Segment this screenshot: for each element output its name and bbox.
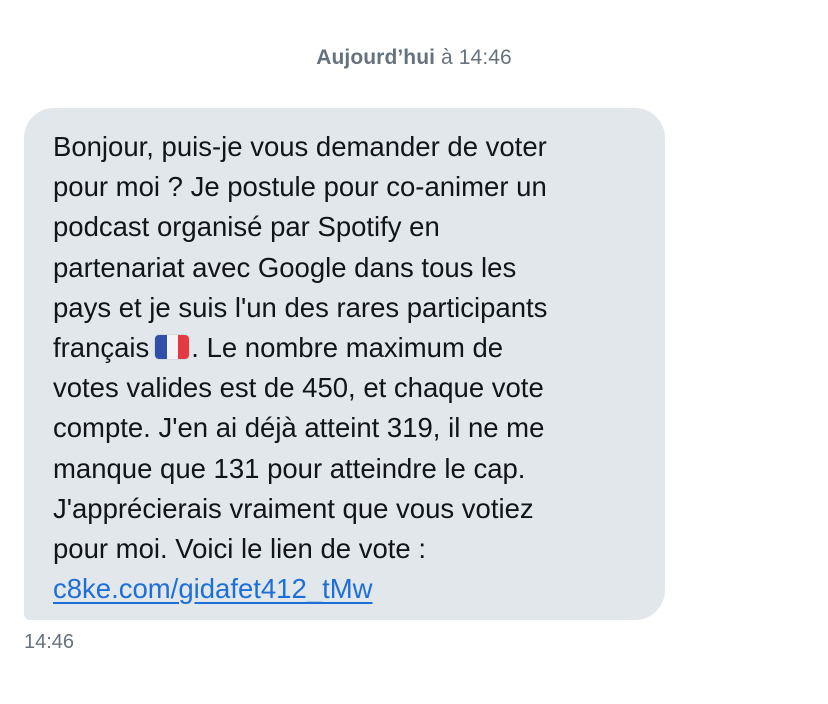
message-line: pour moi. Voici le lien de vote : [53, 533, 426, 565]
message-line: J'apprécierais vraiment que vous votiez [53, 492, 534, 524]
message-line: votes valides est de 450, et chaque vote [53, 372, 544, 404]
message-text: Bonjour, puis-je vous demander de voter p… [53, 127, 645, 609]
message-line: pour moi ? Je postule pour co-animer un [53, 171, 547, 203]
france-flag-icon [155, 335, 190, 360]
message-line: manque que 131 pour atteindre le cap. [53, 452, 526, 484]
message-line: pays et je suis l'un des rares participa… [53, 291, 548, 323]
date-separator-day: Aujourd’hui [316, 46, 436, 69]
message-bubble[interactable]: Bonjour, puis-je vous demander de voter p… [24, 108, 665, 620]
message-line: . Le nombre maximum de [191, 332, 504, 364]
flag-stripe-blue [155, 335, 167, 360]
message-timestamp: 14:46 [24, 631, 75, 653]
message-line: compte. J'en ai déjà atteint 319, il ne … [53, 412, 545, 444]
date-separator: Aujourd’hui à 14:46 [0, 46, 828, 70]
message-line: podcast organisé par Spotify en [53, 211, 440, 243]
date-separator-time: à 14:46 [441, 46, 512, 69]
vote-link[interactable]: c8ke.com/gidafet412_tMw [53, 573, 372, 604]
conversation-view: Aujourd’hui à 14:46 Bonjour, puis-je vou… [0, 0, 828, 704]
flag-stripe-red [177, 335, 190, 360]
message-line: français [53, 332, 150, 364]
message-line: Bonjour, puis-je vous demander de voter [53, 131, 547, 162]
message-line: partenariat avec Google dans tous les [53, 251, 517, 283]
flag-stripe-white [166, 335, 178, 360]
